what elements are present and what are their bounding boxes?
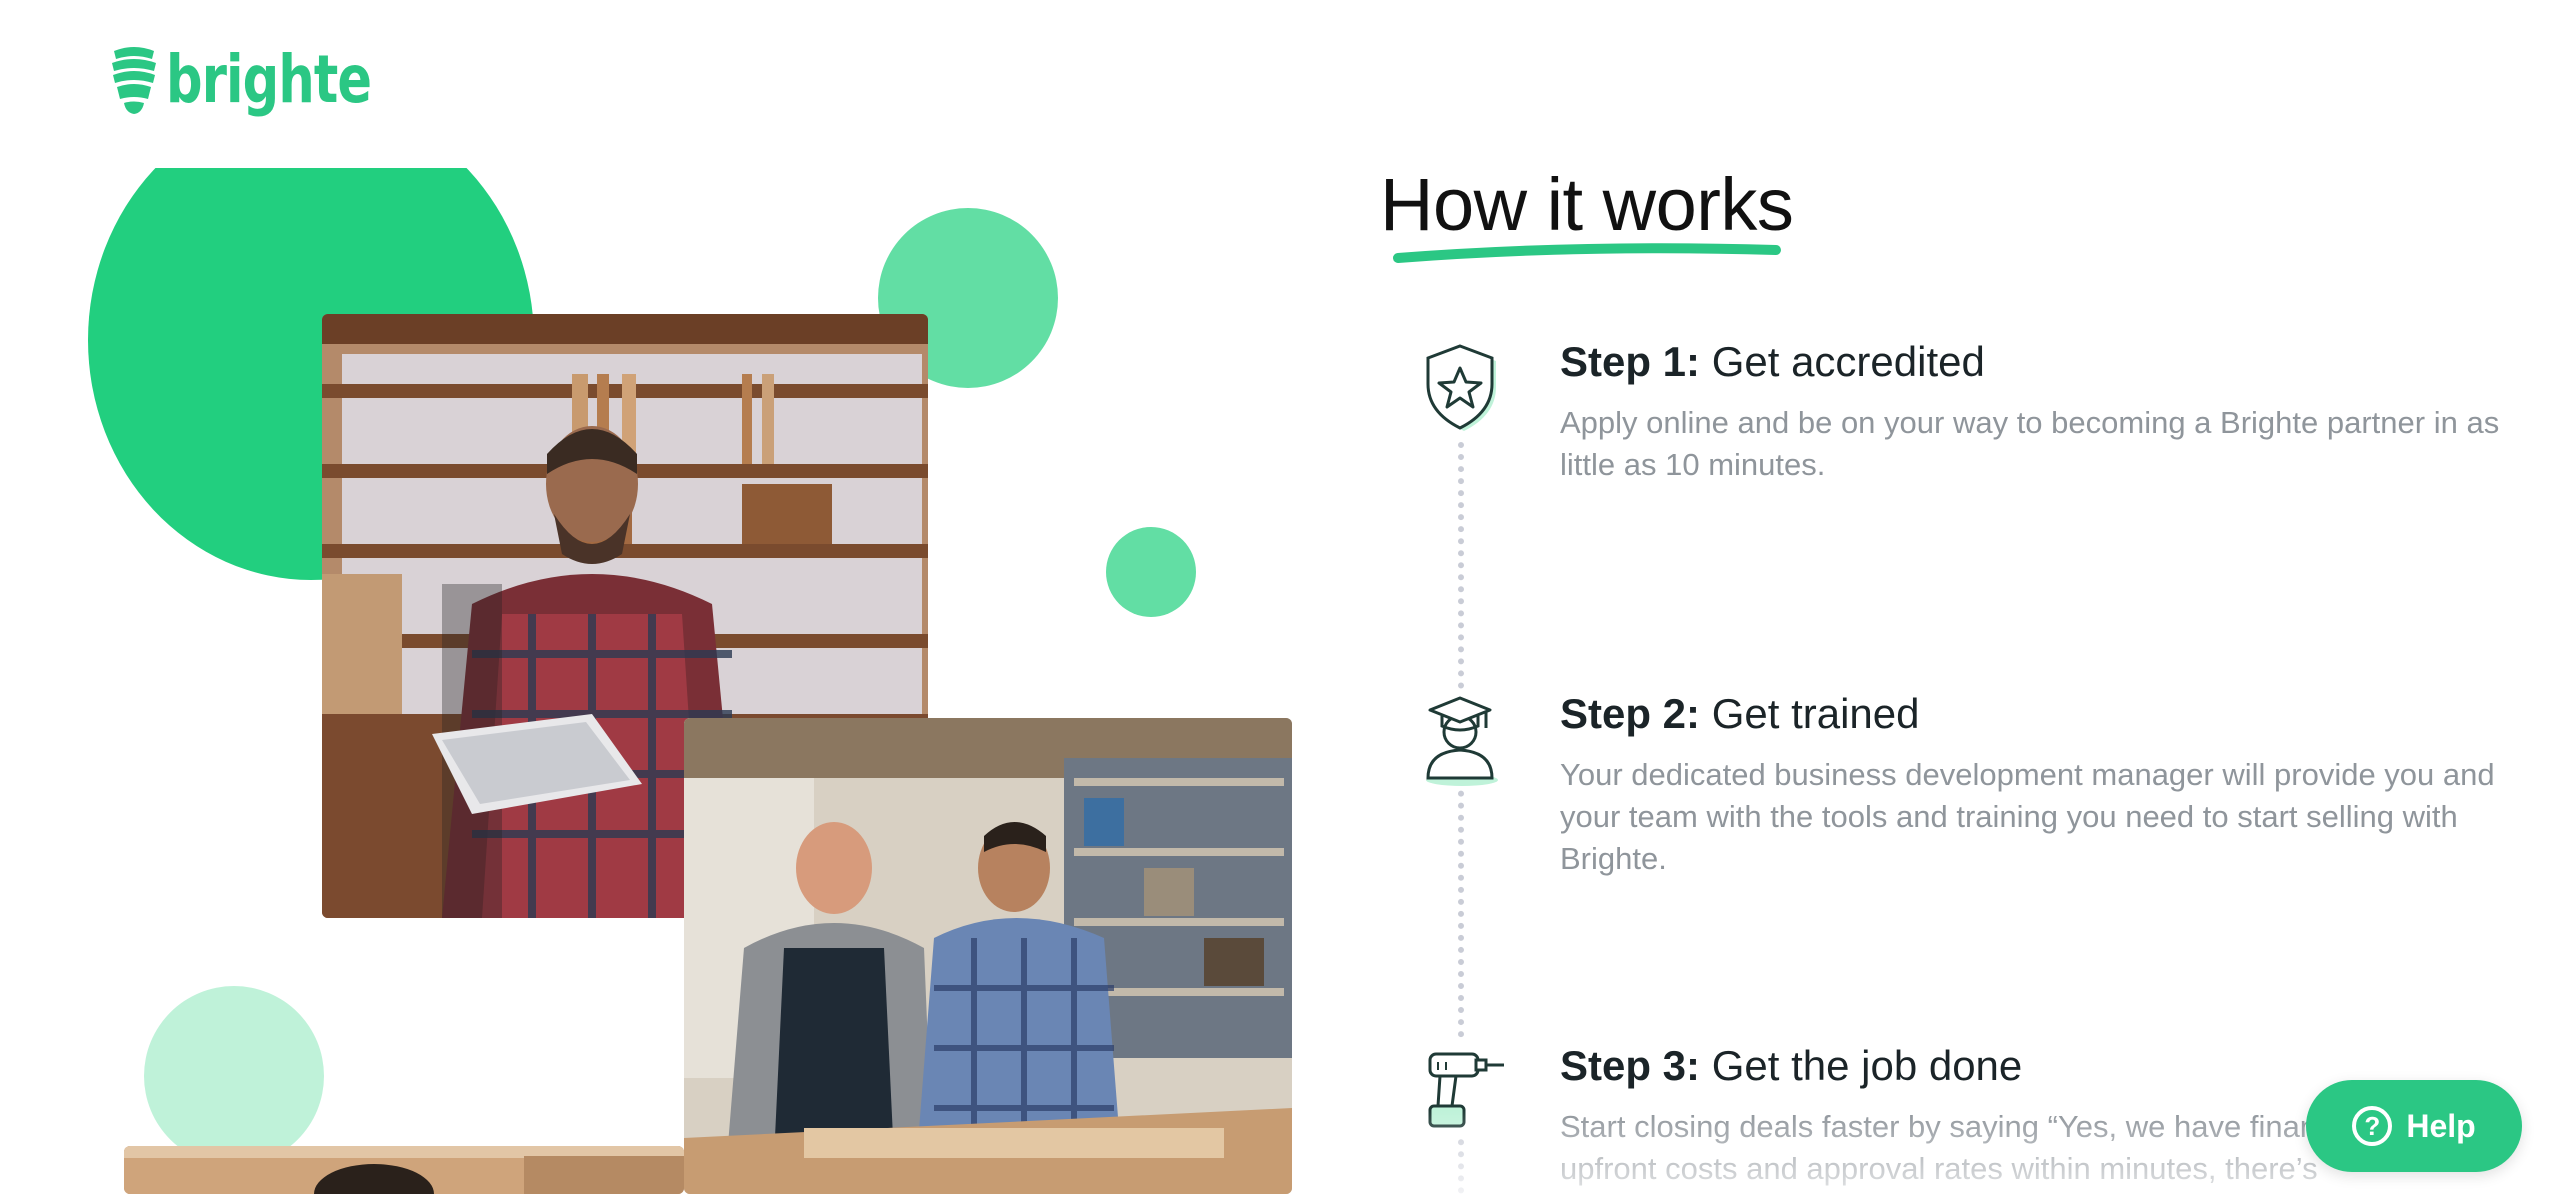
decorative-circle-small (1106, 527, 1196, 617)
step-2: Step 2: Get trained Your dedicated busin… (1560, 688, 2500, 880)
graduate-icon (1416, 690, 1504, 786)
help-button-label: Help (2406, 1107, 2476, 1144)
step-description: Apply online and be on your way to becom… (1560, 405, 2500, 482)
section-title: How it works (1380, 163, 1794, 246)
question-circle-icon: ? (2352, 1106, 2393, 1146)
photo-two-men-at-workbench (684, 718, 1292, 1194)
step-number: Step 1: (1560, 338, 1701, 385)
logo-wordmark: brighte (166, 41, 372, 118)
help-button[interactable]: ? Help (2306, 1080, 2522, 1172)
step-description: Your dedicated business development mana… (1560, 757, 2495, 876)
title-underline-decoration (1393, 243, 1781, 263)
step-number: Step 2: (1560, 690, 1701, 737)
page: brighte How it works Step 1: Get accredi… (0, 0, 2556, 1194)
shield-star-icon (1416, 340, 1504, 436)
step-number: Step 3: (1560, 1042, 1701, 1089)
photo-partial-bottom (124, 1146, 684, 1194)
step-1: Step 1: Get accredited Apply online and … (1560, 336, 2500, 486)
step-title: Step 2: Get trained (1560, 688, 2500, 740)
lightbulb-logo-icon (112, 47, 156, 114)
decorative-circle-pale (144, 986, 324, 1166)
step-name: Get accredited (1711, 338, 1985, 385)
drill-icon (1416, 1040, 1504, 1136)
step-title: Step 1: Get accredited (1560, 336, 2500, 388)
step-name: Get trained (1711, 690, 1920, 737)
brighte-logo[interactable]: brighte (108, 40, 405, 120)
step-name: Get the job done (1711, 1042, 2023, 1089)
